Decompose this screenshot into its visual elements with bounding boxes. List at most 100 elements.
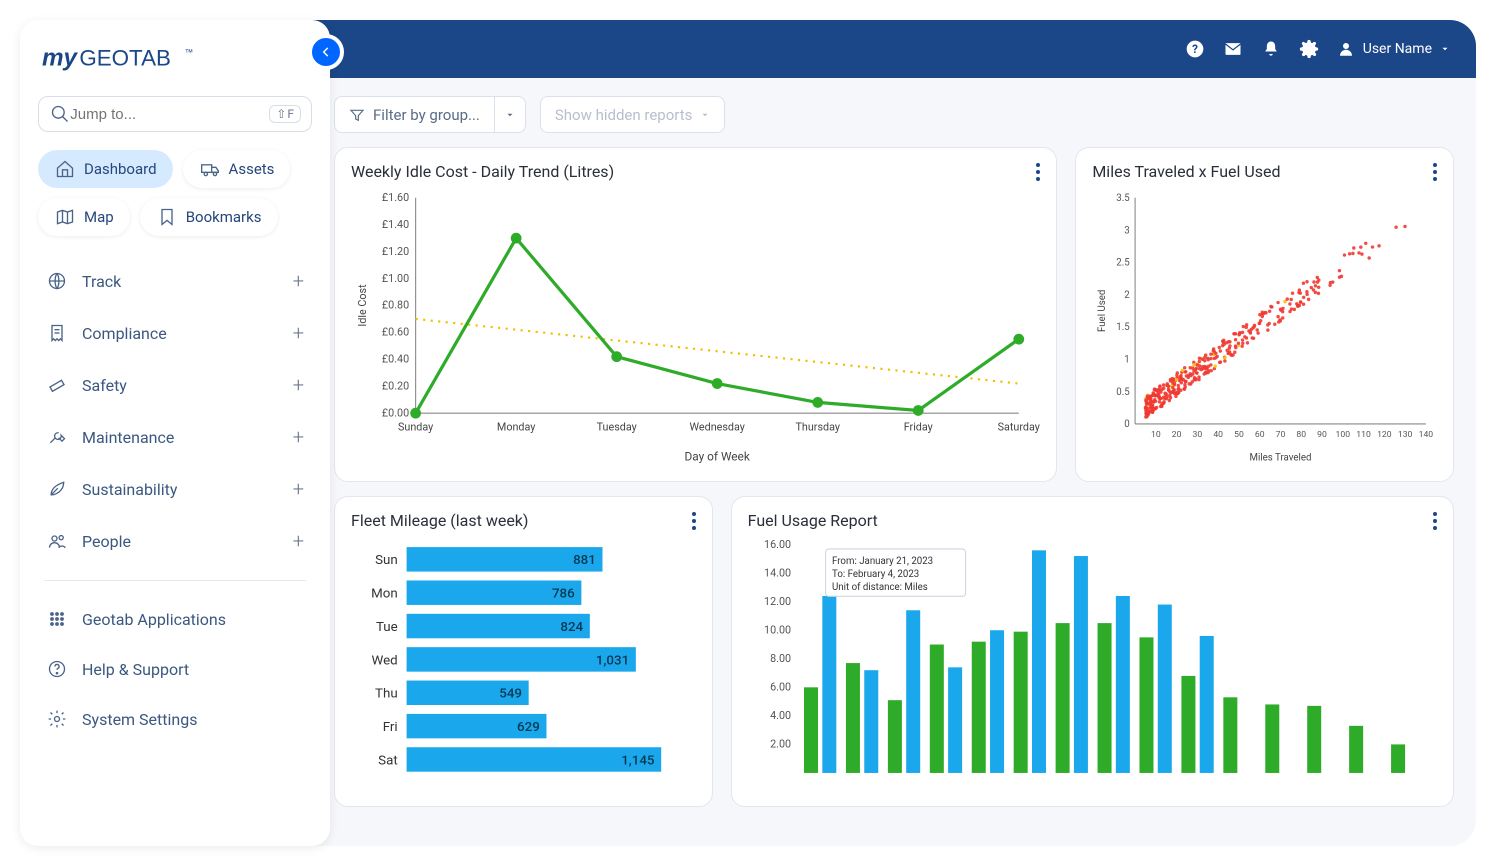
svg-text:Idle Cost: Idle Cost — [356, 284, 369, 327]
svg-text:Sat: Sat — [378, 753, 398, 768]
nav-pills: Dashboard Assets Map Bookmarks — [38, 150, 312, 236]
card-title: Weekly Idle Cost - Daily Trend (Litres) — [351, 162, 614, 181]
svg-text:£1.20: £1.20 — [382, 245, 409, 258]
svg-text:Tue: Tue — [376, 620, 398, 635]
bell-icon[interactable] — [1261, 39, 1281, 59]
svg-text:?: ? — [1192, 42, 1198, 56]
card-fuel-usage: Fuel Usage Report 2.004.006.008.0010.001… — [731, 496, 1454, 807]
svg-text:£0.20: £0.20 — [382, 379, 409, 392]
svg-text:From: January 21, 2023: From: January 21, 2023 — [832, 556, 933, 567]
collapse-sidebar-button[interactable] — [308, 34, 344, 70]
nav-help[interactable]: Help & Support — [38, 645, 312, 693]
filter-label: Filter by group... — [373, 106, 480, 124]
nav-system-settings[interactable]: System Settings — [38, 695, 312, 743]
svg-text:Unit of distance: Miles: Unit of distance: Miles — [832, 582, 928, 593]
svg-text:Wed: Wed — [371, 653, 397, 668]
nav-people[interactable]: People + — [38, 516, 312, 566]
nav-divider — [44, 580, 306, 581]
svg-text:Thu: Thu — [375, 687, 398, 702]
expand-icon[interactable]: + — [293, 529, 304, 553]
help-icon — [46, 658, 68, 680]
filter-by-group[interactable]: Filter by group... — [334, 96, 526, 133]
svg-text:my: my — [42, 44, 79, 71]
card-menu-button[interactable] — [1036, 163, 1040, 181]
filter-main[interactable]: Show hidden reports — [541, 98, 724, 132]
nav-label: Maintenance — [82, 428, 174, 447]
svg-text:Saturday: Saturday — [998, 420, 1040, 433]
nav-safety[interactable]: Safety + — [38, 360, 312, 410]
svg-text:549: 549 — [499, 687, 522, 702]
caret-down-icon — [505, 110, 515, 120]
card-fleet-mileage: Fleet Mileage (last week) Sun881Mon786Tu… — [334, 496, 713, 807]
idle-cost-chart: £0.00£0.20£0.40£0.60£0.80£1.00£1.20£1.40… — [351, 187, 1040, 467]
settings-icon[interactable] — [1299, 39, 1319, 59]
pill-dashboard[interactable]: Dashboard — [38, 150, 173, 188]
nav-track[interactable]: Track + — [38, 256, 312, 306]
card-miles-fuel: Miles Traveled x Fuel Used 00.511.522.53… — [1075, 147, 1454, 482]
svg-text:Sunday: Sunday — [398, 420, 433, 433]
card-title: Miles Traveled x Fuel Used — [1092, 162, 1280, 181]
svg-text:0.5: 0.5 — [1117, 387, 1131, 398]
svg-text:140: 140 — [1419, 430, 1434, 440]
pill-label: Map — [84, 208, 114, 226]
bookmark-icon — [156, 206, 178, 228]
fuel-usage-chart: 2.004.006.008.0010.0012.0014.0016.00From… — [748, 536, 1437, 784]
nav-maintenance[interactable]: Maintenance + — [38, 412, 312, 462]
svg-text:2.00: 2.00 — [770, 738, 791, 751]
svg-text:2: 2 — [1125, 290, 1131, 301]
svg-text:100: 100 — [1336, 430, 1351, 440]
expand-icon[interactable]: + — [293, 269, 304, 293]
nav-apps[interactable]: Geotab Applications — [38, 595, 312, 643]
expand-icon[interactable]: + — [293, 373, 304, 397]
pill-assets[interactable]: Assets — [183, 150, 291, 188]
card-idle-cost: Weekly Idle Cost - Daily Trend (Litres) … — [334, 147, 1057, 482]
card-menu-button[interactable] — [1433, 163, 1437, 181]
svg-text:881: 881 — [573, 553, 596, 568]
card-menu-button[interactable] — [692, 512, 696, 530]
filter-bar: Filter by group... Show hidden reports — [334, 96, 1454, 133]
search-shortcut: ⇧F — [269, 105, 301, 123]
nav-label: System Settings — [82, 710, 197, 729]
main-area: ? User Name Filter by group... — [312, 20, 1476, 846]
pill-map[interactable]: Map — [38, 198, 130, 236]
show-hidden-reports[interactable]: Show hidden reports — [540, 96, 725, 133]
svg-text:120: 120 — [1377, 430, 1392, 440]
svg-text:1,145: 1,145 — [621, 753, 655, 768]
users-icon — [46, 530, 68, 552]
fleet-mileage-chart: Sun881Mon786Tue824Wed1,031Thu549Fri629Sa… — [351, 536, 696, 792]
help-icon[interactable]: ? — [1185, 39, 1205, 59]
svg-text:Sun: Sun — [375, 553, 398, 568]
svg-text:110: 110 — [1357, 430, 1372, 440]
svg-text:£0.00: £0.00 — [382, 406, 409, 419]
card-menu-button[interactable] — [1433, 512, 1437, 530]
svg-text:Day of Week: Day of Week — [685, 450, 750, 464]
mail-icon[interactable] — [1223, 39, 1243, 59]
jump-to-search[interactable]: ⇧F — [38, 96, 312, 132]
svg-text:1: 1 — [1125, 355, 1130, 366]
svg-text:Thursday: Thursday — [796, 420, 840, 433]
map-icon — [54, 206, 76, 228]
filter-main[interactable]: Filter by group... — [335, 98, 494, 132]
search-input[interactable] — [70, 106, 269, 123]
nav-list: Track + Compliance + Safety + Maintenanc… — [38, 256, 312, 743]
pill-bookmarks[interactable]: Bookmarks — [140, 198, 278, 236]
svg-text:40: 40 — [1214, 430, 1224, 440]
svg-text:10.00: 10.00 — [764, 624, 791, 637]
user-name-label: User Name — [1363, 41, 1432, 57]
nav-compliance[interactable]: Compliance + — [38, 308, 312, 358]
filter-caret[interactable] — [494, 97, 525, 132]
svg-text:14.00: 14.00 — [764, 566, 791, 579]
cards-row-1: Weekly Idle Cost - Daily Trend (Litres) … — [334, 147, 1454, 482]
expand-icon[interactable]: + — [293, 321, 304, 345]
nav-label: Help & Support — [82, 660, 189, 679]
svg-text:2.5: 2.5 — [1117, 258, 1131, 269]
expand-icon[interactable]: + — [293, 425, 304, 449]
svg-text:™: ™ — [185, 47, 193, 57]
svg-text:629: 629 — [517, 720, 540, 735]
nav-sustainability[interactable]: Sustainability + — [38, 464, 312, 514]
svg-text:Wednesday: Wednesday — [690, 420, 745, 433]
svg-text:786: 786 — [552, 587, 575, 602]
user-menu[interactable]: User Name — [1337, 40, 1450, 58]
expand-icon[interactable]: + — [293, 477, 304, 501]
svg-text:Monday: Monday — [497, 420, 535, 433]
